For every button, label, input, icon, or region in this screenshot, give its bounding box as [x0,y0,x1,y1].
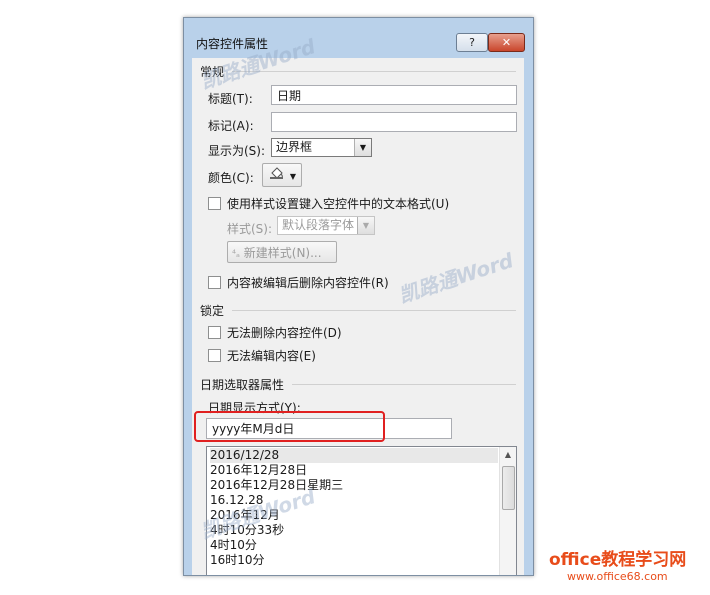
brand-url: www.office68.com [567,570,668,583]
new-style-button[interactable]: ⁴ₐ 新建样式(N)... [227,241,337,263]
list-item[interactable]: 2016/12/28 [210,448,498,463]
dialog-window: 内容控件属性 ? ✕ 常规 标题(T): 日期 标记(A): 显示为(S): 边… [183,17,534,576]
no-edit-checkbox[interactable] [208,349,221,362]
no-delete-label: 无法删除内容控件(D) [227,326,342,340]
list-item[interactable]: 16时10分 [210,553,498,568]
scroll-up-icon[interactable]: ▲ [500,447,516,462]
style-select[interactable]: 默认段落字体 ▼ [277,216,375,235]
use-style-checkbox[interactable] [208,197,221,210]
list-item[interactable]: 2016年12月28日 [210,463,498,478]
show-as-select[interactable]: 边界框 ▼ [271,138,372,157]
use-style-label: 使用样式设置键入空控件中的文本格式(U) [227,197,450,211]
divider [292,384,516,385]
style-label: 样式(S): [227,222,273,236]
title-input[interactable]: 日期 [271,85,517,105]
new-style-label: 新建样式(N)... [243,246,322,260]
highlight-box [194,411,385,442]
list-scrollbar[interactable]: ▲ ▼ [499,447,516,575]
remove-control-label: 内容被编辑后删除内容控件(R) [227,276,389,290]
chevron-down-icon: ▼ [357,217,374,234]
show-as-value: 边界框 [276,140,313,154]
style-value: 默认段落字体 [282,218,355,232]
new-style-icon: ⁴ₐ [232,249,240,260]
scroll-thumb[interactable] [502,466,515,510]
paint-bucket-icon [268,167,290,182]
title-label: 标题(T): [208,92,253,106]
chevron-down-icon: ▼ [354,139,371,156]
help-button[interactable]: ? [456,33,488,52]
divider [232,310,516,311]
remove-control-checkbox[interactable] [208,276,221,289]
list-item[interactable]: 4时10分 [210,538,498,553]
no-edit-label: 无法编辑内容(E) [227,349,316,363]
no-delete-checkbox[interactable] [208,326,221,339]
brand-logo-text: office教程学习网 [549,550,687,570]
section-date-picker: 日期选取器属性 [200,378,285,392]
close-button[interactable]: ✕ [488,33,525,52]
list-item[interactable]: 2016年12月28日星期三 [210,478,498,493]
chevron-down-icon: ▼ [289,172,296,181]
color-picker-button[interactable]: ▼ [262,163,302,187]
tag-label: 标记(A): [208,119,254,133]
dialog-body: 常规 标题(T): 日期 标记(A): 显示为(S): 边界框 ▼ 颜色(C):… [192,58,524,575]
color-label: 颜色(C): [208,171,254,185]
show-as-label: 显示为(S): [208,144,266,158]
title-bar: 内容控件属性 ? ✕ [184,18,533,58]
tag-input[interactable] [271,112,517,132]
section-locking: 锁定 [200,304,225,318]
